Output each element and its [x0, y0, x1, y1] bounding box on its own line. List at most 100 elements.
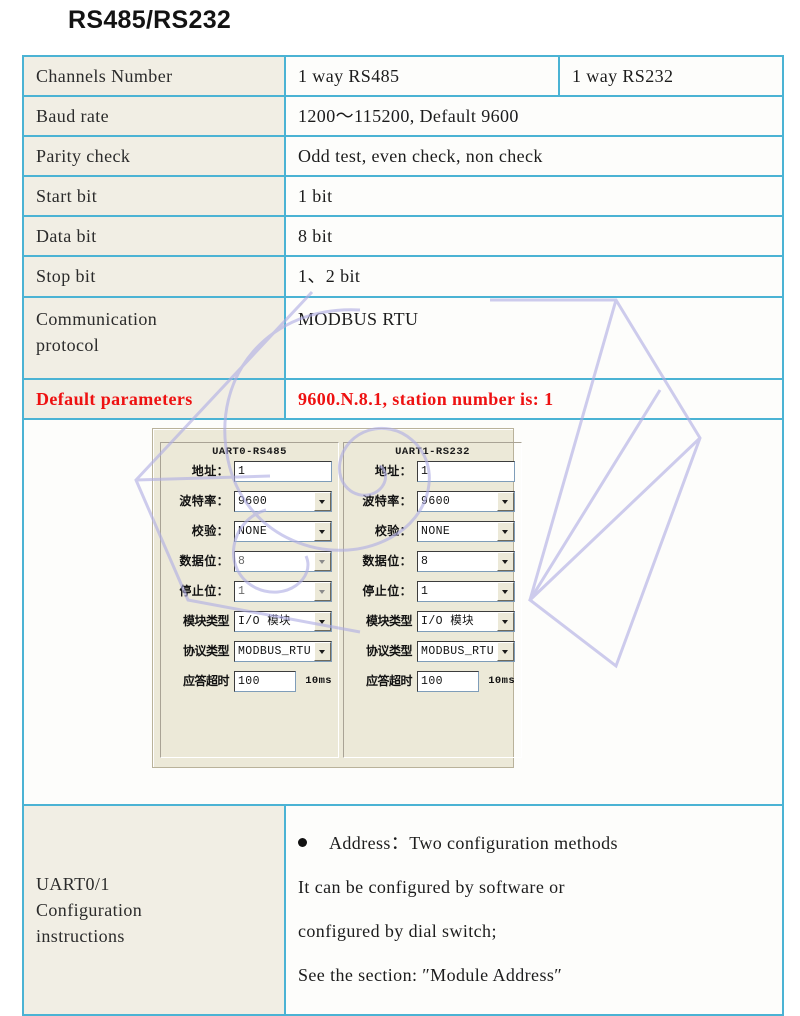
field-protocol-type-uart1: 协议类型 MODBUS_RTU: [350, 637, 516, 667]
instruction-text-1: Address：Two configuration methods: [329, 832, 618, 853]
chevron-down-icon[interactable]: [497, 492, 515, 512]
parity-select-uart0[interactable]: NONE: [234, 521, 333, 543]
protocol-type-value-uart0: MODBUS_RTU: [238, 645, 312, 659]
row-label-communication-protocol: Communication protocol: [22, 295, 286, 380]
chevron-down-icon[interactable]: [314, 522, 332, 542]
table-row-instructions: UART0/1 Configuration instructions Addre…: [22, 803, 784, 1016]
parity-select-uart1[interactable]: NONE: [417, 521, 516, 543]
panel-uart0-rs485: UART0-RS485 地址： 1 波特率： 9600 校验： NONE 数据位…: [160, 441, 340, 758]
instructions-label-cell: UART0/1 Configuration instructions: [22, 803, 286, 1016]
protocol-type-select-uart1[interactable]: MODBUS_RTU: [417, 641, 516, 663]
field-label-baudrate-uart0: 波特率：: [179, 493, 229, 508]
chevron-down-icon[interactable]: [497, 552, 515, 572]
parity-value-uart0: NONE: [238, 525, 268, 539]
field-response-timeout-uart1: 应答超时 100 10ms: [350, 667, 515, 697]
row-label-channels-number: Channels Number: [22, 54, 286, 98]
field-databits-uart0: 数据位： 8: [167, 547, 333, 577]
table-row-config-screenshot: UART0-RS485 地址： 1 波特率： 9600 校验： NONE 数据位…: [22, 417, 784, 806]
panel-uart1-rs232: UART1-RS232 地址： 1 波特率： 9600 校验： NONE 数据位…: [343, 441, 523, 758]
page-title: RS485/RS232: [68, 6, 232, 34]
panel-title-uart0: UART0-RS485: [161, 435, 338, 461]
field-stopbits-uart1: 停止位： 1: [350, 577, 516, 607]
module-type-value-uart0: I/O 模块: [238, 615, 292, 629]
table-row-default-parameters: Default parameters 9600.N.8.1, station n…: [22, 377, 784, 420]
instructions-body-cell: Address：Two configuration methods It can…: [284, 803, 784, 1016]
table-row: Start bit 1 bit: [22, 175, 784, 218]
table-row: Parity check Odd test, even check, non c…: [22, 135, 784, 178]
module-type-value-uart1: I/O 模块: [421, 615, 475, 629]
module-type-select-uart0[interactable]: I/O 模块: [234, 611, 333, 633]
address-input-uart0[interactable]: 1: [234, 461, 333, 483]
databits-select-uart0[interactable]: 8: [234, 551, 333, 573]
table-row: Stop bit 1、2 bit: [22, 255, 784, 298]
label-line-1: Communication: [36, 308, 158, 329]
panel-title-uart1: UART1-RS232: [344, 435, 521, 461]
field-baudrate-uart0: 波特率： 9600: [167, 487, 333, 517]
response-timeout-input-uart1[interactable]: 100: [417, 671, 480, 693]
response-timeout-unit-uart0: 10ms: [305, 675, 333, 688]
row-value-channels-rs485: 1 way RS485: [284, 54, 560, 98]
field-label-stopbits-uart1: 停止位：: [362, 583, 413, 598]
instructions-label-line-1: UART0/1: [36, 873, 110, 894]
stopbits-value-uart1: 1: [421, 585, 429, 599]
databits-select-uart1[interactable]: 8: [417, 551, 516, 573]
panel-title-uart1-text: UART1-RS232: [389, 445, 476, 458]
row-value-channels-rs232: 1 way RS232: [558, 54, 784, 98]
field-module-type-uart0: 模块类型 I/O 模块: [167, 607, 333, 637]
protocol-type-select-uart0[interactable]: MODBUS_RTU: [234, 641, 333, 663]
field-address-uart0: 地址： 1: [167, 457, 333, 487]
row-value-stop-bit: 1、2 bit: [284, 255, 784, 298]
field-label-response-timeout-uart0: 应答超时: [182, 673, 230, 688]
field-label-address-uart1: 地址：: [374, 463, 413, 478]
field-label-databits-uart0: 数据位：: [179, 553, 229, 568]
row-label-start-bit: Start bit: [22, 175, 286, 218]
field-databits-uart1: 数据位： 8: [350, 547, 516, 577]
bullet-point-icon: [298, 837, 307, 847]
field-protocol-type-uart0: 协议类型 MODBUS_RTU: [167, 637, 333, 667]
module-type-select-uart1[interactable]: I/O 模块: [417, 611, 516, 633]
chevron-down-icon[interactable]: [497, 582, 515, 602]
address-input-uart1[interactable]: 1: [417, 461, 516, 483]
table-row: Baud rate 1200～115200, Default 9600: [22, 95, 784, 138]
instruction-line-2: It can be configured by software or: [298, 876, 565, 897]
row-label-baud-rate: Baud rate: [22, 95, 286, 138]
row-value-data-bit: 8 bit: [284, 215, 784, 258]
databits-value-uart0: 8: [238, 555, 246, 569]
parity-value-uart1: NONE: [421, 525, 451, 539]
table-row: Communication protocol MODBUS RTU: [22, 295, 784, 380]
field-parity-uart1: 校验： NONE: [350, 517, 516, 547]
field-response-timeout-uart0: 应答超时 100 10ms: [167, 667, 332, 697]
row-value-default-parameters: 9600.N.8.1, station number is: 1: [284, 377, 784, 420]
instruction-line-4: See the section: ″Module Address″: [298, 964, 563, 985]
row-label-stop-bit: Stop bit: [22, 255, 286, 298]
response-timeout-unit-uart1: 10ms: [488, 675, 516, 688]
chevron-down-icon[interactable]: [314, 552, 332, 572]
panel-title-uart0-text: UART0-RS485: [206, 445, 293, 458]
instructions-label-line-3: instructions: [36, 925, 125, 946]
table-row: Data bit 8 bit: [22, 215, 784, 258]
baudrate-select-uart0[interactable]: 9600: [234, 491, 333, 513]
chevron-down-icon[interactable]: [314, 582, 332, 602]
databits-value-uart1: 8: [421, 555, 429, 569]
response-timeout-input-uart0[interactable]: 100: [234, 671, 297, 693]
chevron-down-icon[interactable]: [314, 612, 332, 632]
chevron-down-icon[interactable]: [497, 612, 515, 632]
field-label-parity-uart0: 校验：: [191, 523, 229, 538]
chevron-down-icon[interactable]: [497, 522, 515, 542]
instructions-label-line-2: Configuration: [36, 899, 143, 920]
row-label-data-bit: Data bit: [22, 215, 286, 258]
stopbits-select-uart0[interactable]: 1: [234, 581, 333, 603]
stopbits-select-uart1[interactable]: 1: [417, 581, 516, 603]
chevron-down-icon[interactable]: [497, 642, 515, 662]
field-label-address-uart0: 地址：: [191, 463, 229, 478]
field-label-stopbits-uart0: 停止位：: [179, 583, 229, 598]
field-label-databits-uart1: 数据位：: [362, 553, 413, 568]
instruction-line-bullet: Address：Two configuration methods: [298, 830, 772, 858]
field-label-protocol-type-uart1: 协议类型: [366, 643, 413, 658]
baudrate-value-uart0: 9600: [238, 495, 268, 509]
baudrate-value-uart1: 9600: [421, 495, 451, 509]
chevron-down-icon[interactable]: [314, 642, 332, 662]
chevron-down-icon[interactable]: [314, 492, 332, 512]
baudrate-select-uart1[interactable]: 9600: [417, 491, 516, 513]
instruction-line-3: configured by dial switch;: [298, 920, 497, 941]
